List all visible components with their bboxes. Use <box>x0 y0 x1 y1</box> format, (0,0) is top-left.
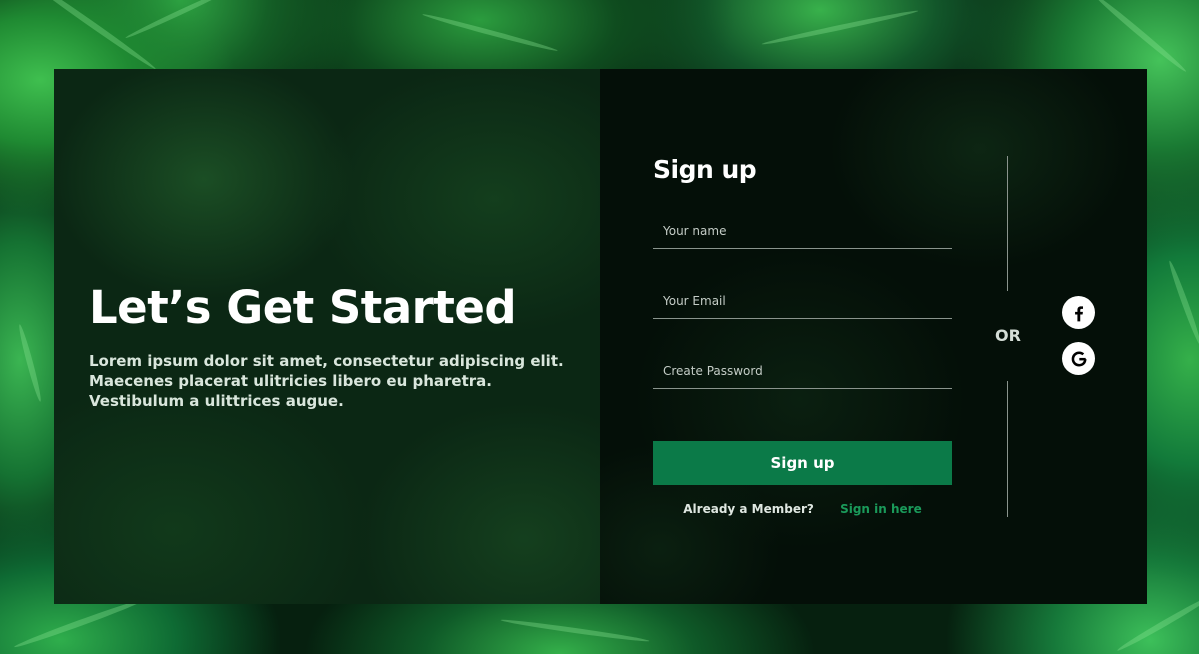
password-input[interactable] <box>653 353 952 388</box>
leaf-vein-decoration <box>1092 0 1188 74</box>
signup-form-panel: Sign up Sign up Already a Member? Sign i… <box>600 69 1147 604</box>
google-icon <box>1071 350 1086 367</box>
signup-button[interactable]: Sign up <box>653 441 952 485</box>
hero-description: Lorem ipsum dolor sit amet, consectetur … <box>89 352 564 410</box>
or-divider-top <box>1007 156 1008 291</box>
leaf-vein-decoration <box>421 11 559 54</box>
email-input[interactable] <box>653 283 952 318</box>
form-title: Sign up <box>653 155 757 184</box>
name-field <box>653 213 952 249</box>
or-divider-bottom <box>1007 381 1008 517</box>
facebook-icon <box>1074 305 1083 321</box>
name-input[interactable] <box>653 213 952 248</box>
leaf-vein-decoration <box>761 8 919 47</box>
google-button[interactable] <box>1062 342 1095 375</box>
signin-row: Already a Member? Sign in here <box>653 502 952 516</box>
or-label: OR <box>995 326 1021 345</box>
password-field <box>653 353 952 389</box>
facebook-button[interactable] <box>1062 296 1095 329</box>
leaf-vein-decoration <box>13 596 147 650</box>
leaf-vein-decoration <box>16 323 44 403</box>
signup-card: Let’s Get Started Lorem ipsum dolor sit … <box>54 69 1147 604</box>
jungle-background: Let’s Get Started Lorem ipsum dolor sit … <box>0 0 1199 654</box>
member-text: Already a Member? <box>683 502 814 516</box>
leaf-vein-decoration <box>500 617 650 644</box>
leaf-vein-decoration <box>124 0 236 41</box>
leaf-vein-decoration <box>1166 259 1199 347</box>
welcome-panel: Let’s Get Started Lorem ipsum dolor sit … <box>54 69 600 604</box>
signin-link[interactable]: Sign in here <box>840 502 922 516</box>
leaf-vein-decoration <box>22 0 158 72</box>
email-field <box>653 283 952 319</box>
hero-title: Let’s Get Started <box>89 281 517 334</box>
